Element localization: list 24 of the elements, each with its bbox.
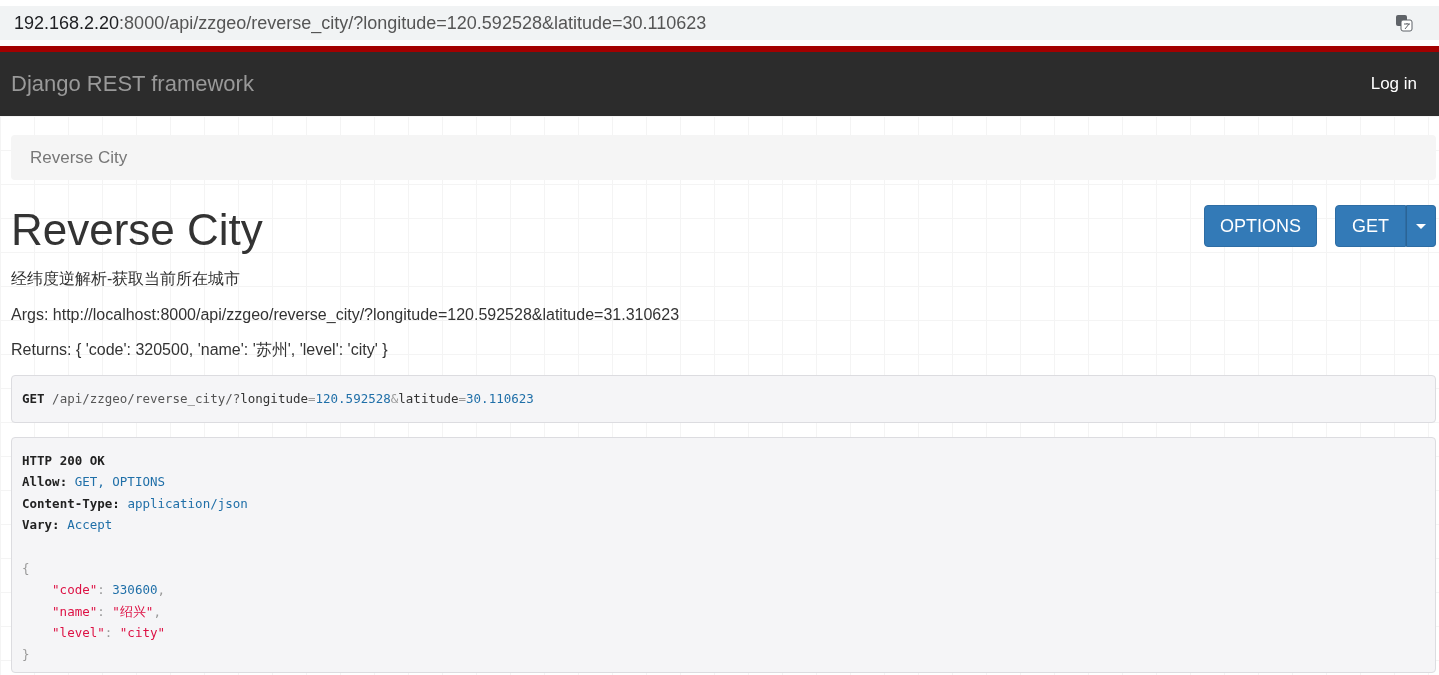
breadcrumb-item[interactable]: Reverse City bbox=[30, 147, 128, 168]
header-line: Vary: Accept bbox=[22, 516, 113, 535]
header-line: Allow: GET, OPTIONS bbox=[22, 473, 165, 492]
status-line: HTTP 200 OK bbox=[22, 451, 105, 470]
translate-icon[interactable] bbox=[1395, 14, 1413, 32]
caret-icon bbox=[1416, 223, 1426, 229]
dropdown-button[interactable] bbox=[1406, 205, 1436, 247]
brand-title[interactable]: Django REST framework bbox=[11, 71, 254, 97]
json-line: "level": "city" bbox=[52, 624, 165, 643]
page-title: Reverse City bbox=[11, 205, 263, 255]
json-line: "code": 330600, bbox=[52, 581, 165, 600]
options-button[interactable]: OPTIONS bbox=[1203, 205, 1317, 247]
json-line: } bbox=[22, 645, 30, 664]
url-text: 192.168.2.20:8000/api/zzgeo/reverse_city/?longitude=120.592528&latitude=30.110623 bbox=[14, 12, 707, 34]
get-button[interactable]: GET bbox=[1335, 205, 1406, 247]
json-line: "name": "绍兴", bbox=[52, 602, 161, 621]
address-bar[interactable]: 192.168.2.20:8000/api/zzgeo/reverse_city/?longitude=120.592528&latitude=30.110623 bbox=[0, 6, 1439, 40]
login-link[interactable]: Log in bbox=[1370, 74, 1417, 94]
json-line: { bbox=[22, 559, 30, 578]
description-text: 经纬度逆解析-获取当前所在城市 bbox=[11, 269, 242, 289]
description-text: Returns: { 'code': 320500, 'name': '苏州', 'level': 'city' } bbox=[11, 340, 389, 360]
header-line: Content-Type: application/json bbox=[22, 494, 248, 513]
description-text: Args: http://localhost:8000/api/zzgeo/reverse_city/?longitude=120.592528&latitude=31.310623 bbox=[11, 306, 681, 324]
request-line: GET /api/zzgeo/reverse_city/?longitude=120.592528&latitude=30.110623 bbox=[22, 390, 534, 408]
